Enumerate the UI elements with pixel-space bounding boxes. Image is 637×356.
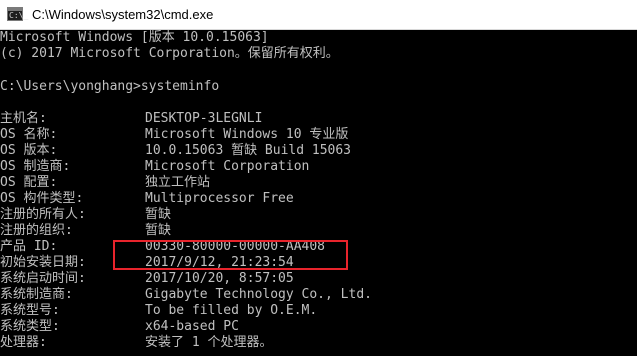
info-value: 安装了 1 个处理器。 bbox=[145, 335, 273, 350]
info-value: 2017/10/20, 8:57:05 bbox=[145, 271, 294, 286]
info-row-registered-owner: 注册的所有人: 暂缺 bbox=[0, 207, 171, 223]
info-row-os-manufacturer: OS 制造商: Microsoft Corporation bbox=[0, 159, 309, 175]
info-key: OS 制造商: bbox=[0, 159, 71, 174]
info-value: Microsoft Corporation bbox=[145, 159, 310, 174]
info-value: To be filled by O.E.M. bbox=[145, 303, 318, 318]
info-key: 主机名: bbox=[0, 111, 47, 126]
info-row-os-name: OS 名称: Microsoft Windows 10 专业版 bbox=[0, 127, 348, 143]
info-key: 系统制造商: bbox=[0, 287, 73, 302]
info-value: Multiprocessor Free bbox=[145, 191, 294, 206]
info-row-system-type: 系统类型: x64-based PC bbox=[0, 319, 239, 335]
info-row-system-boot-time: 系统启动时间: 2017/10/20, 8:57:05 bbox=[0, 271, 294, 287]
info-value: 00330-80000-00000-AA408 bbox=[145, 239, 326, 254]
info-key: 系统启动时间: bbox=[0, 271, 86, 286]
info-key: 初始安装日期: bbox=[0, 255, 86, 270]
info-value: DESKTOP-3LEGNLI bbox=[145, 111, 263, 126]
info-value: Microsoft Windows 10 专业版 bbox=[145, 127, 349, 142]
info-value: 暂缺 bbox=[145, 207, 172, 222]
info-key: 注册的组织: bbox=[0, 223, 73, 238]
info-row-os-configuration: OS 配置: 独立工作站 bbox=[0, 175, 210, 191]
info-row-os-build-type: OS 构件类型: Multiprocessor Free bbox=[0, 191, 294, 207]
info-value: 暂缺 bbox=[145, 223, 172, 238]
info-row-os-version: OS 版本: 10.0.15063 暂缺 Build 15063 bbox=[0, 143, 351, 159]
info-key: OS 配置: bbox=[0, 175, 58, 190]
title-bar[interactable]: C:\_ C:\Windows\system32\cmd.exe bbox=[0, 0, 637, 30]
info-key: 产品 ID: bbox=[0, 239, 58, 254]
info-value: Gigabyte Technology Co., Ltd. bbox=[145, 287, 372, 302]
info-row-hostname: 主机名: DESKTOP-3LEGNLI bbox=[0, 111, 262, 127]
console-output[interactable]: Microsoft Windows [版本 10.0.15063] (c) 20… bbox=[0, 30, 637, 356]
info-key: OS 版本: bbox=[0, 143, 58, 158]
info-row-registered-organization: 注册的组织: 暂缺 bbox=[0, 223, 171, 239]
info-value: 10.0.15063 暂缺 Build 15063 bbox=[145, 143, 352, 158]
info-row-original-install-date: 初始安装日期: 2017/9/12, 21:23:54 bbox=[0, 255, 294, 271]
info-value: x64-based PC bbox=[145, 319, 239, 334]
info-value: 独立工作站 bbox=[145, 175, 211, 190]
info-row-processor: 处理器: 安装了 1 个处理器。 bbox=[0, 335, 272, 351]
command-prompt-line: C:\Users\yonghang>systeminfo bbox=[0, 79, 220, 94]
info-value: 2017/9/12, 21:23:54 bbox=[145, 255, 294, 270]
info-key: 系统类型: bbox=[0, 319, 60, 334]
console-header-line-1: Microsoft Windows [版本 10.0.15063] bbox=[0, 30, 269, 45]
info-row-product-id: 产品 ID: 00330-80000-00000-AA408 bbox=[0, 239, 325, 255]
window-title: C:\Windows\system32\cmd.exe bbox=[32, 7, 214, 22]
info-key: 系统型号: bbox=[0, 303, 60, 318]
console-header-line-2: (c) 2017 Microsoft Corporation。保留所有权利。 bbox=[0, 46, 339, 61]
info-row-system-manufacturer: 系统制造商: Gigabyte Technology Co., Ltd. bbox=[0, 287, 372, 303]
info-key: OS 名称: bbox=[0, 127, 58, 142]
info-key: OS 构件类型: bbox=[0, 191, 84, 206]
info-key: 处理器: bbox=[0, 335, 47, 350]
info-row-system-model: 系统型号: To be filled by O.E.M. bbox=[0, 303, 317, 319]
cmd-prompt-icon[interactable]: C:\_ bbox=[7, 7, 28, 21]
info-key: 注册的所有人: bbox=[0, 207, 86, 222]
cmd-window: C:\_ C:\Windows\system32\cmd.exe Microso… bbox=[0, 0, 637, 356]
